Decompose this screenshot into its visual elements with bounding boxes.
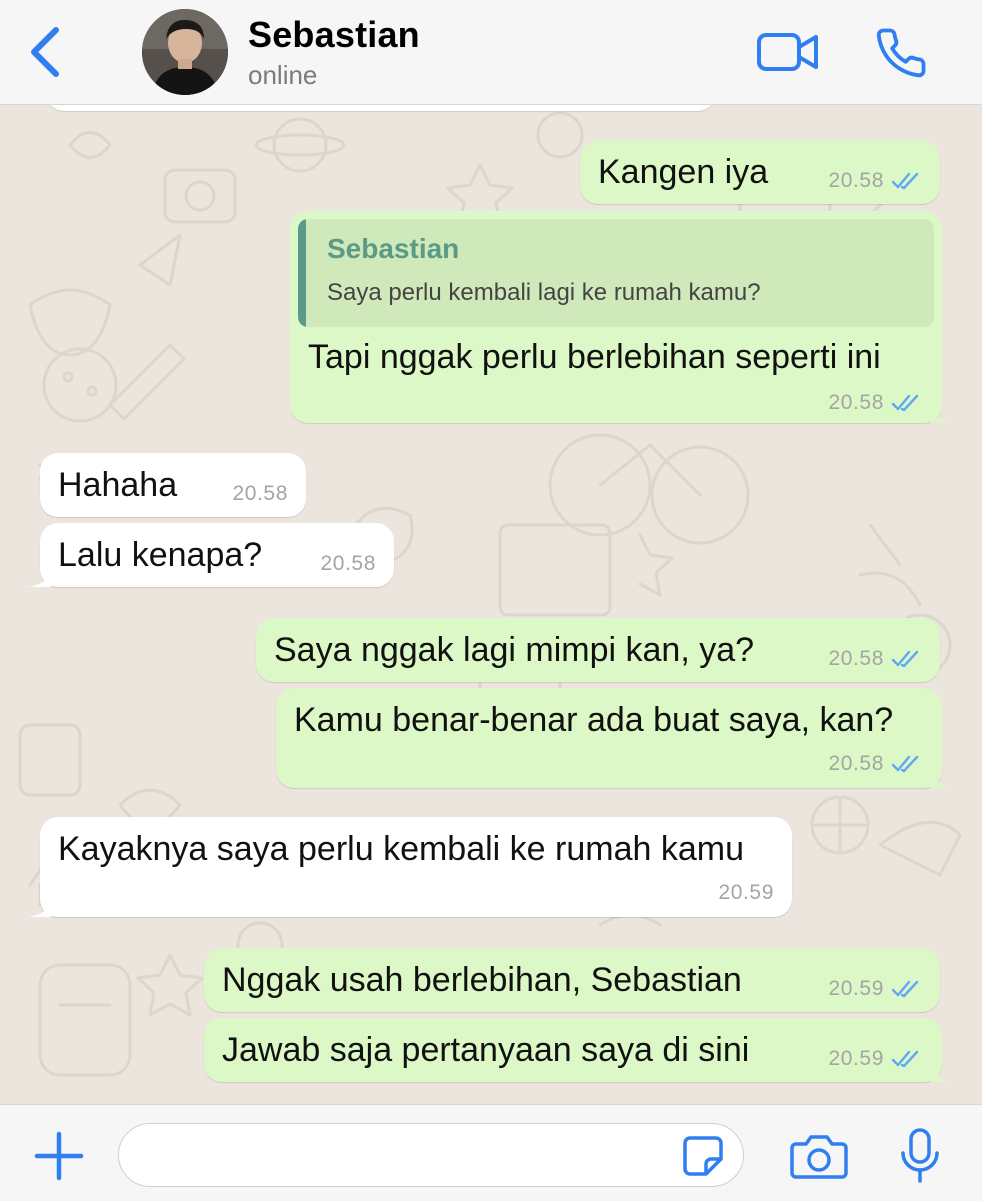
video-call-button[interactable] [756, 30, 820, 74]
message-meta: 20.58 [828, 169, 920, 193]
message-meta: 20.59 [718, 881, 774, 905]
message-time: 20.59 [718, 881, 774, 904]
double-check-icon [892, 1050, 919, 1068]
camera-icon [790, 1135, 848, 1179]
message-meta: 20.58 [828, 647, 920, 671]
message-text: Kamu benar-benar ada buat saya, kan? [294, 701, 894, 739]
message-meta: 20.59 [828, 1047, 920, 1071]
message-meta: 20.58 [828, 752, 920, 776]
message-time: 20.58 [828, 169, 884, 192]
message-outgoing[interactable]: Kangen iya 20.58 [580, 140, 940, 204]
message-meta: 20.58 [232, 482, 288, 506]
message-text: Kayaknya saya perlu kembali ke rumah kam… [58, 830, 744, 868]
phone-icon [876, 28, 926, 78]
bubble-tail [931, 768, 955, 788]
composer-bar [0, 1104, 982, 1201]
message-incoming[interactable]: Kayaknya saya perlu kembali ke rumah kam… [27, 817, 792, 917]
bubble-tail [27, 567, 51, 587]
message-input[interactable] [118, 1123, 744, 1187]
message-outgoing[interactable]: Kamu benar-benar ada buat saya, kan? 20.… [276, 688, 955, 788]
camera-button[interactable] [790, 1133, 848, 1179]
message-meta: 20.58 [828, 391, 920, 415]
message-outgoing[interactable]: Saya nggak lagi mimpi kan, ya? 20.58 [256, 618, 940, 682]
message-text: Saya nggak lagi mimpi kan, ya? [274, 631, 755, 669]
bubble-tail [931, 1062, 955, 1082]
quote-accent-bar [298, 219, 306, 327]
message-time: 20.58 [232, 482, 288, 505]
double-check-icon [892, 172, 919, 190]
bubble-tail [27, 897, 51, 917]
sticker-icon [683, 1136, 723, 1176]
message-incoming[interactable]: Lalu kenapa? 20.58 [27, 523, 394, 587]
message-incoming[interactable]: Hahaha 20.58 [40, 453, 306, 517]
message-text: Tapi nggak perlu berlebihan seperti ini [308, 338, 881, 376]
voice-call-button[interactable] [874, 26, 928, 80]
message-meta: 20.58 [320, 552, 376, 576]
double-check-icon [892, 755, 919, 773]
chat-header: Sebastian online [0, 0, 982, 105]
avatar[interactable] [142, 9, 228, 95]
microphone-icon [901, 1128, 939, 1183]
message-text: Hahaha [58, 466, 178, 504]
voice-message-button[interactable] [898, 1127, 942, 1185]
double-check-icon [892, 650, 919, 668]
message-time: 20.58 [320, 552, 376, 575]
plus-icon [34, 1131, 84, 1181]
previous-message-edge [46, 105, 716, 111]
bubble-tail [931, 403, 955, 423]
message-outgoing[interactable]: Nggak usah berlebihan, Sebastian 20.59 [204, 948, 940, 1012]
message-text: Jawab saja pertanyaan saya di sini [222, 1031, 750, 1069]
message-text: Lalu kenapa? [58, 536, 263, 574]
message-text: Kangen iya [598, 153, 769, 191]
quoted-message[interactable]: Sebastian Saya perlu kembali lagi ke rum… [298, 219, 934, 327]
double-check-icon [892, 394, 919, 412]
sticker-button[interactable] [682, 1135, 724, 1177]
contact-status: online [248, 60, 318, 90]
message-meta: 20.59 [828, 977, 920, 1001]
message-outgoing[interactable]: Sebastian Saya perlu kembali lagi ke rum… [290, 211, 955, 423]
contact-name[interactable]: Sebastian [248, 14, 420, 56]
message-time: 20.58 [828, 391, 884, 414]
back-button[interactable] [24, 26, 68, 78]
message-list[interactable]: Kangen iya 20.58 Sebastian Saya perlu ke… [0, 105, 982, 1103]
message-time: 20.58 [828, 752, 884, 775]
message-time: 20.58 [828, 647, 884, 670]
message-outgoing[interactable]: Jawab saja pertanyaan saya di sini 20.59 [204, 1018, 955, 1082]
quoted-sender: Sebastian [327, 233, 460, 264]
message-time: 20.59 [828, 1047, 884, 1070]
chevron-left-icon [31, 27, 59, 77]
double-check-icon [892, 980, 919, 998]
message-text: Nggak usah berlebihan, Sebastian [222, 961, 742, 999]
quoted-text: Saya perlu kembali lagi ke rumah kamu? [327, 279, 761, 306]
attach-button[interactable] [34, 1131, 84, 1181]
video-camera-icon [757, 33, 818, 71]
message-time: 20.59 [828, 977, 884, 1000]
